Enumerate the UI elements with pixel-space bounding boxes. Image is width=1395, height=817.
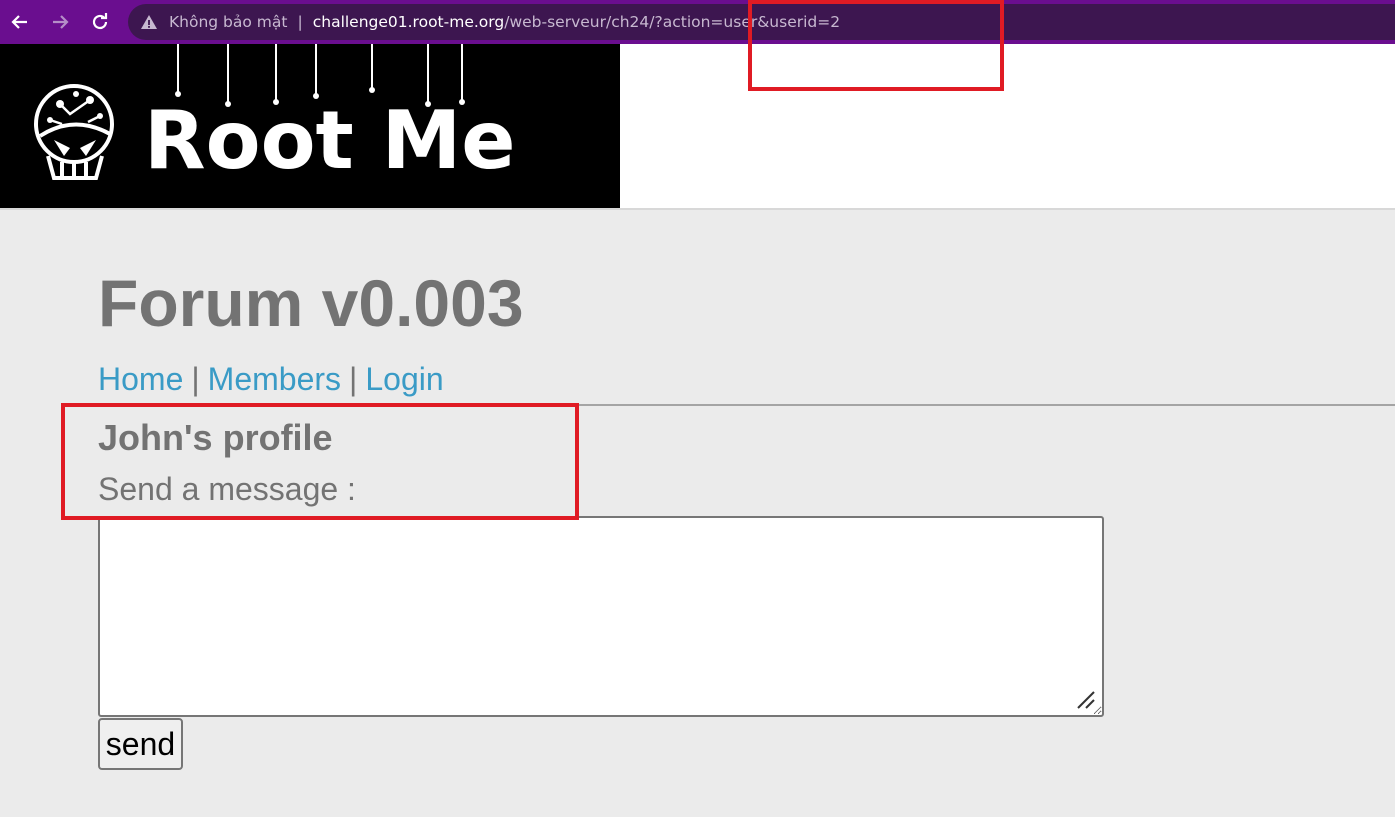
browser-toolbar: Không bảo mật | challenge01.root-me.org /… — [0, 0, 1395, 44]
address-bar[interactable]: Không bảo mật | challenge01.root-me.org /… — [128, 4, 1395, 40]
nav-separator: | — [349, 361, 358, 397]
skull-icon — [34, 84, 114, 180]
home-link[interactable]: Home — [98, 361, 183, 397]
profile-title: John's profile — [98, 417, 333, 458]
forward-arrow-icon[interactable] — [46, 8, 74, 36]
url-separator: | — [297, 13, 303, 31]
root-me-logo[interactable]: Root Me — [0, 44, 620, 208]
reload-icon[interactable] — [86, 8, 114, 36]
resize-handle-icon[interactable] — [1074, 688, 1098, 712]
back-arrow-icon[interactable] — [6, 8, 34, 36]
logo-text: Root Me — [144, 94, 515, 187]
page-title: Forum v0.003 — [98, 266, 524, 340]
security-label[interactable]: Không bảo mật — [169, 13, 287, 31]
site-header: Root Me — [0, 44, 1395, 210]
message-textarea[interactable] — [98, 516, 1104, 717]
nav-separator: | — [191, 361, 200, 397]
url-host: challenge01.root-me.org — [312, 13, 505, 31]
send-button[interactable]: send — [98, 718, 183, 770]
divider — [98, 404, 1395, 406]
url-path: /web-serveur/ch24/?action=user&userid=2 — [504, 13, 841, 31]
login-link[interactable]: Login — [365, 361, 443, 397]
warning-icon[interactable] — [140, 13, 158, 31]
members-link[interactable]: Members — [208, 361, 341, 397]
send-message-label: Send a message : — [98, 471, 356, 507]
forum-nav: Home | Members | Login — [98, 360, 444, 398]
